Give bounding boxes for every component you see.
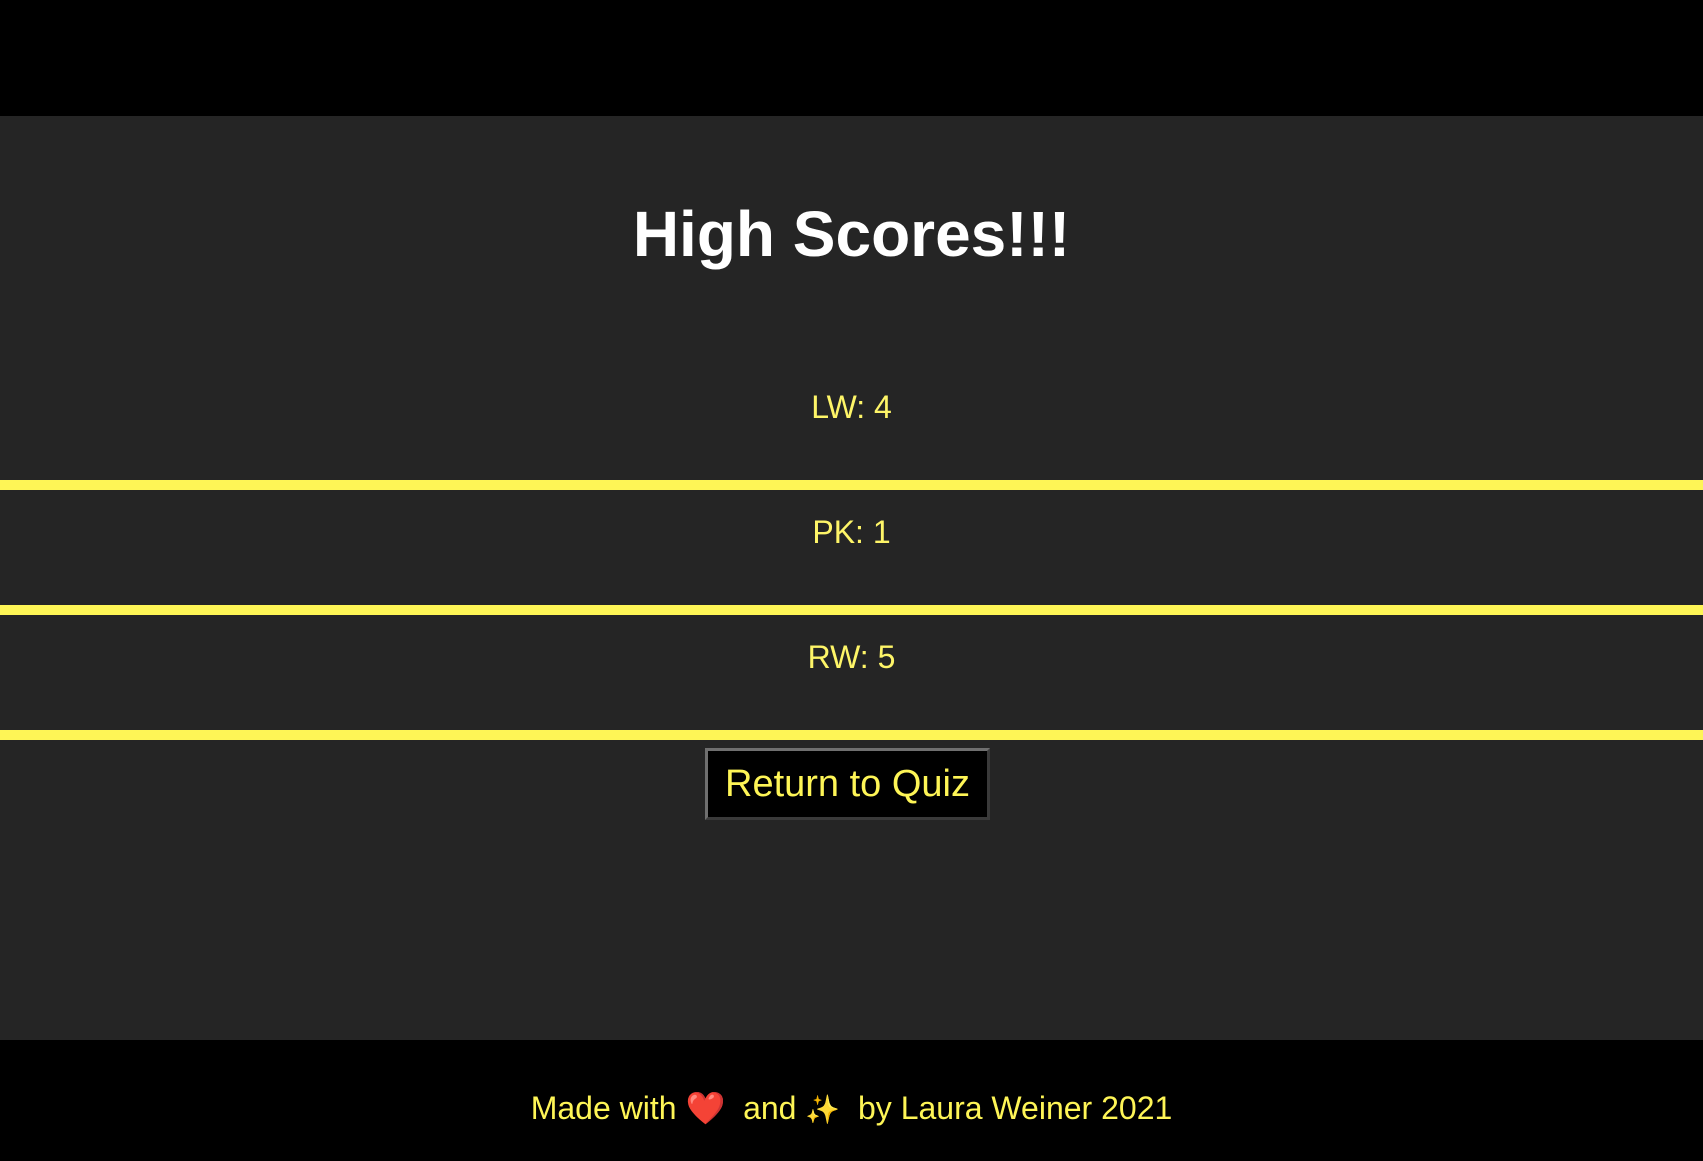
score-entry: RW: 5 [807, 639, 896, 675]
main-content: High Scores!!! LW: 4 PK: 1 RW: 5 Return … [0, 116, 1703, 1040]
score-row: RW: 5 [0, 615, 1703, 740]
heart-icon: ❤️ [685, 1090, 726, 1126]
top-bar [0, 0, 1703, 116]
sparkles-icon: ✨ [805, 1094, 841, 1125]
score-row: PK: 1 [0, 490, 1703, 615]
footer-made-with: Made with [530, 1090, 677, 1126]
return-to-quiz-button[interactable]: Return to Quiz [705, 748, 990, 820]
footer-and: and [743, 1090, 797, 1126]
footer-author: by Laura Weiner 2021 [858, 1090, 1173, 1126]
score-entry: LW: 4 [811, 389, 892, 425]
score-entry: PK: 1 [812, 514, 891, 550]
page-title: High Scores!!! [632, 198, 1071, 270]
footer-credit: Made with ❤️ and ✨ by Laura Weiner 2021 [0, 1088, 1703, 1130]
footer: Made with ❤️ and ✨ by Laura Weiner 2021 [0, 1040, 1703, 1161]
score-row: LW: 4 [0, 365, 1703, 490]
